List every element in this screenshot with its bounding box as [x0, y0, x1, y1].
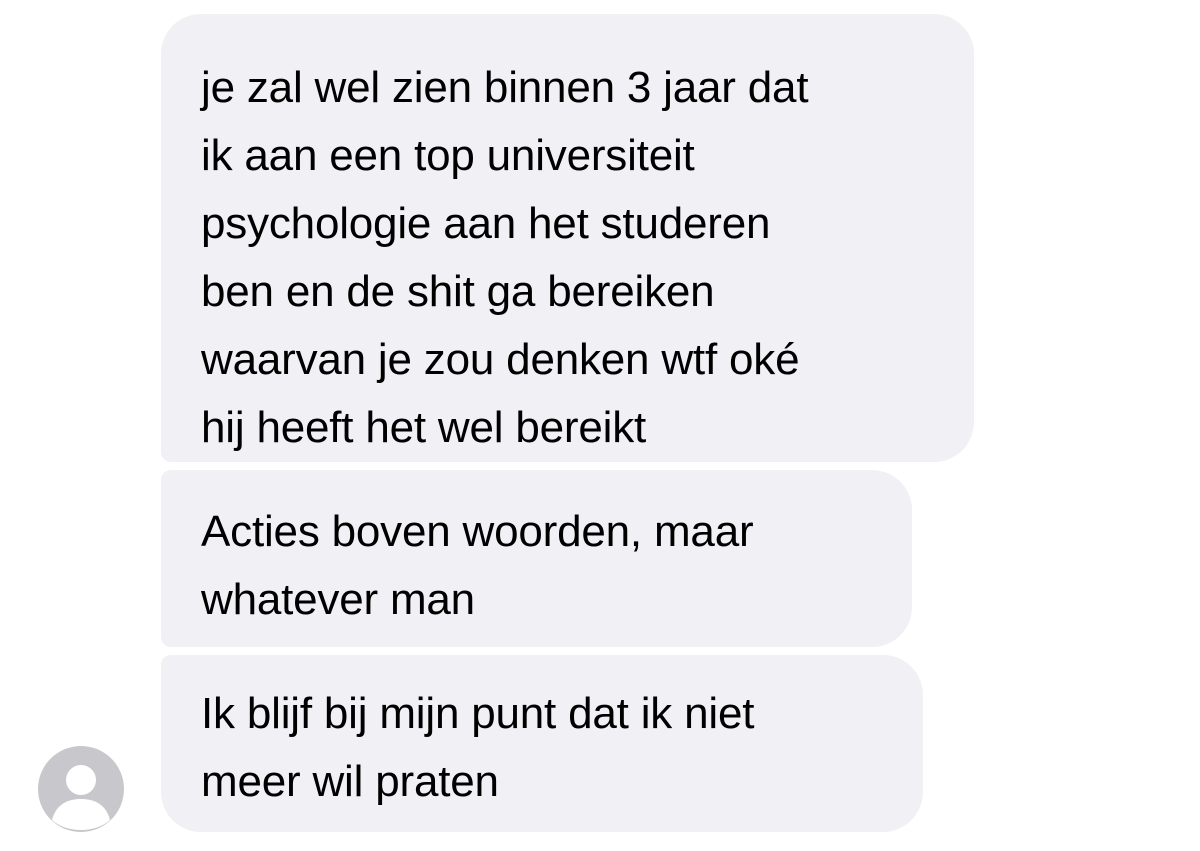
- message-line: ik aan een top universiteit: [201, 131, 695, 180]
- message-thread: je zal wel zien binnen 3 jaar dat ik aan…: [0, 0, 1200, 851]
- message-line: hij heeft het wel bereikt: [201, 403, 647, 452]
- message-line: ben en de shit ga bereiken: [201, 267, 715, 316]
- message-line: je zal wel zien binnen 3 jaar dat: [201, 63, 809, 112]
- message-line: whatever man: [201, 575, 475, 624]
- message-line: Ik blijf bij mijn punt dat ik niet: [201, 689, 755, 738]
- message-line: waarvan je zou denken wtf oké: [201, 335, 800, 384]
- message-bubble[interactable]: Acties boven woorden, maar whatever man: [161, 470, 912, 647]
- message-line: psychologie aan het studeren: [201, 199, 771, 248]
- person-silhouette-icon: [52, 765, 110, 830]
- message-bubble[interactable]: Ik blijf bij mijn punt dat ik niet meer …: [161, 655, 923, 832]
- message-bubble[interactable]: je zal wel zien binnen 3 jaar dat ik aan…: [161, 14, 974, 462]
- message-line: meer wil praten: [201, 757, 499, 806]
- message-line: Acties boven woorden, maar: [201, 507, 754, 556]
- avatar[interactable]: [38, 746, 124, 832]
